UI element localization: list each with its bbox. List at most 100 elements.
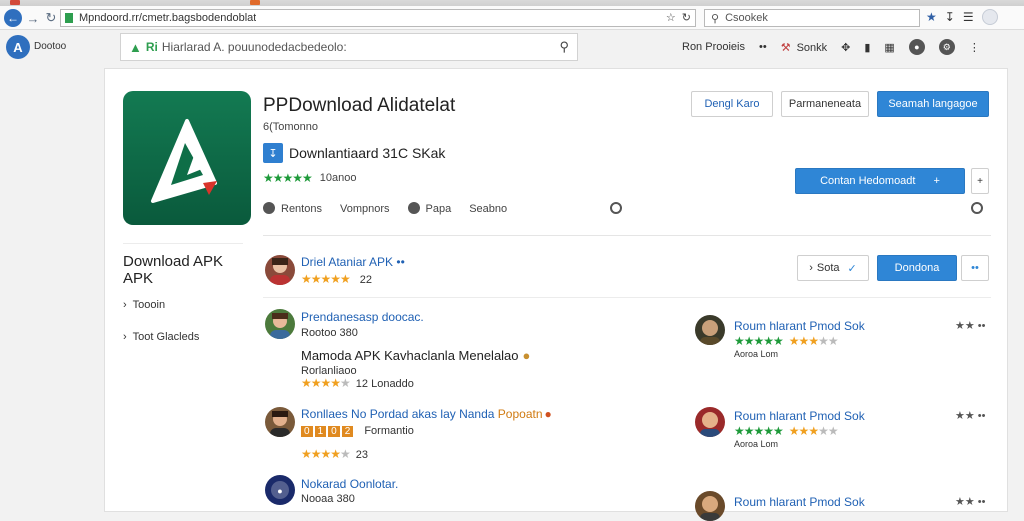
- star-rating-icon: ★★★★★: [734, 334, 784, 348]
- avatar[interactable]: ●: [265, 475, 295, 505]
- search-icon: ⚲: [711, 12, 720, 25]
- settings-icon[interactable]: ⚙: [938, 39, 955, 55]
- download-icon[interactable]: ↧: [945, 10, 955, 24]
- search-language-button[interactable]: Seamah langagoe: [877, 91, 989, 117]
- check-icon: ✓: [847, 262, 857, 275]
- tag-badge: 2: [341, 426, 354, 437]
- emoji-icon: ●: [544, 407, 552, 421]
- store-search-brand-icon: ▲: [129, 39, 142, 55]
- chevron-right-icon: ›: [123, 331, 127, 343]
- filter-more-button[interactable]: ••: [961, 255, 989, 281]
- avatar[interactable]: [265, 407, 295, 437]
- menu-icon[interactable]: ☰: [963, 10, 974, 24]
- avatar[interactable]: [695, 315, 725, 345]
- reload-icon[interactable]: ↻: [42, 9, 60, 27]
- avatar[interactable]: [265, 309, 295, 339]
- star-icon[interactable]: ★: [926, 10, 937, 24]
- meta-search[interactable]: Seabno: [469, 203, 507, 215]
- bookmark-icon[interactable]: ▮: [864, 41, 870, 54]
- side-review-rating: ★★★★★ ★★★★★: [734, 424, 839, 438]
- sidebar-item-toooin[interactable]: › Toooin: [123, 299, 243, 311]
- tab-indicator[interactable]: [10, 0, 20, 5]
- chevron-right-icon: ›: [809, 262, 813, 274]
- emoji-icon: ●: [522, 348, 531, 363]
- overflow-menu-icon[interactable]: ⋮: [969, 41, 980, 54]
- review-rating: ★★★★★ 22: [301, 272, 373, 286]
- play-logo-icon: [151, 119, 217, 203]
- expand-icon[interactable]: ✥: [841, 41, 850, 54]
- apps-grid-icon[interactable]: ▦: [884, 41, 894, 54]
- section-divider: [263, 235, 991, 236]
- more-dots-icon[interactable]: ••: [759, 41, 767, 53]
- search-icon[interactable]: ⚲: [559, 39, 569, 55]
- tab-indicator[interactable]: [250, 0, 260, 5]
- svg-text:●: ●: [277, 486, 282, 496]
- back-icon[interactable]: ←: [4, 9, 22, 27]
- star-rating-icon: ★★★★★: [301, 272, 351, 286]
- store-search-input[interactable]: ▲ Ri Hiarlarad A. pouunodedacbedeolo: ⚲: [120, 33, 578, 61]
- dengl-karo-button[interactable]: Dengl Karo: [691, 91, 773, 117]
- clock-icon: [610, 202, 622, 214]
- review-meta: Nooaa 380: [301, 493, 355, 505]
- side-reviewer-name[interactable]: Roum hlarant Pmod Sok: [734, 495, 865, 509]
- avatar[interactable]: [695, 491, 725, 521]
- sidebar: Download APK APK › Toooin › Toot Glacleds: [123, 253, 243, 343]
- search-link[interactable]: ⚒ Sonkk: [781, 41, 827, 54]
- store-search-prefix: Ri: [145, 40, 158, 54]
- wrench-icon: ⚒: [780, 41, 791, 54]
- avatar[interactable]: [695, 407, 725, 437]
- person-icon: [700, 496, 720, 521]
- person-icon: [270, 411, 290, 437]
- permissions-button[interactable]: Parmaneneata: [781, 91, 869, 117]
- reviewer-name[interactable]: Nokarad Oonlotar.: [301, 477, 398, 491]
- meta-versions[interactable]: Vompnors: [340, 203, 390, 215]
- add-icon[interactable]: +: [971, 168, 989, 194]
- app-meta-row: Rentons Vompnors Papa Seabno: [263, 202, 507, 215]
- review-rating: ★★★★★ 12 Lonaddo: [301, 376, 414, 390]
- tag-icon: [407, 202, 420, 214]
- side-reviewer-name[interactable]: Roum hlarant Pmod Sok: [734, 319, 865, 333]
- sidebar-item-toot[interactable]: › Toot Glacleds: [123, 331, 243, 343]
- account-icon[interactable]: ●: [908, 39, 925, 55]
- side-reviewer-name[interactable]: Roum hlarant Pmod Sok: [734, 409, 865, 423]
- store-logo-text: Dootoo: [34, 41, 67, 52]
- app-rating: ★★★★★ 10anoo: [263, 171, 357, 185]
- filter-button[interactable]: Dondona: [877, 255, 957, 281]
- history-icon[interactable]: [971, 202, 983, 214]
- chevron-right-icon: ›: [123, 299, 127, 311]
- app-download-label: Downlantiaard 31C SKak: [289, 145, 446, 161]
- app-title: PPDownload Alidatelat: [263, 95, 456, 116]
- store-logo-icon[interactable]: A: [6, 35, 30, 59]
- star-rating-icon: ★★★★★: [734, 424, 784, 438]
- side-review-more[interactable]: ★★ ••: [955, 495, 985, 508]
- reviewer-name[interactable]: Ronllaes No Pordad akas lay Nanda Popoat…: [301, 407, 552, 421]
- meta-page[interactable]: Papa: [407, 202, 451, 215]
- review-meta: Rootoo 380: [301, 327, 358, 339]
- side-review-more[interactable]: ★★ ••: [955, 409, 985, 422]
- store-search-value: Hiarlarad A. pouunodedacbedeolo:: [161, 40, 347, 54]
- header-link-programs[interactable]: Ron Prooieis: [682, 41, 745, 53]
- app-developer[interactable]: 6(Tomonno: [263, 121, 318, 133]
- avatar[interactable]: [265, 255, 295, 285]
- reviewer-name[interactable]: Driel Ataniar APK ••: [301, 255, 405, 269]
- side-review-more[interactable]: ★★ ••: [955, 319, 985, 332]
- app-detail-card: PPDownload Alidatelat 6(Tomonno ↧ Downla…: [104, 68, 1008, 521]
- forward-icon[interactable]: →: [24, 9, 42, 27]
- sidebar-divider: [123, 243, 243, 244]
- sidebar-title: Download APK APK: [123, 253, 224, 287]
- meta-reviews[interactable]: Rentons: [263, 202, 322, 215]
- tag-badge: 1: [314, 426, 327, 437]
- browser-search-input[interactable]: ⚲ Csookek: [704, 9, 920, 27]
- browser-actions: ★ ↧ ☰: [926, 9, 998, 25]
- download-button[interactable]: Contan Hedomoadt +: [795, 168, 965, 194]
- refresh-icon[interactable]: ↻: [682, 11, 691, 24]
- sort-button[interactable]: › Sota ✓: [797, 255, 869, 281]
- app-download-info: ↧ Downlantiaard 31C SKak: [263, 143, 445, 163]
- profile-icon[interactable]: [981, 9, 998, 25]
- reviewer-name[interactable]: Prendanesasp doocac.: [301, 310, 424, 324]
- rating-stars-icon: ★★★★★: [263, 171, 313, 185]
- browser-toolbar: ← → ↻ Mpndoord.rr/cmetr.bagsbodendoblat …: [0, 6, 1024, 30]
- bookmark-star-icon[interactable]: ☆: [666, 11, 676, 24]
- address-bar[interactable]: Mpndoord.rr/cmetr.bagsbodendoblat ☆ ↻: [60, 9, 696, 27]
- store-header-actions: Ron Prooieis •• ⚒ Sonkk ✥ ▮ ▦ ● ⚙ ⋮: [682, 39, 980, 55]
